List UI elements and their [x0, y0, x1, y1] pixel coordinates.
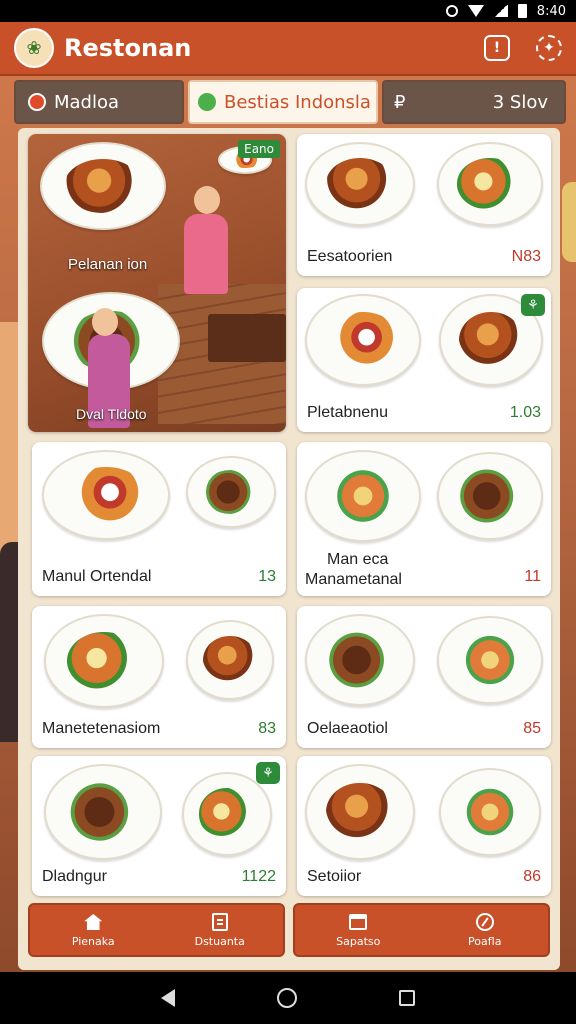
veg-badge-icon: ⚘	[521, 294, 545, 316]
tab-bestias-indonsla[interactable]: Bestias Indonsla	[188, 80, 378, 124]
menu-item-name: Dladngur	[42, 868, 107, 885]
table	[208, 314, 286, 362]
menu-card[interactable]: Oelaeaotiol 85	[297, 606, 551, 748]
menu-card[interactable]: Manetetenasiom 83	[32, 606, 286, 748]
menu-item-price: 85	[523, 720, 541, 737]
home-circle-icon[interactable]	[277, 988, 297, 1008]
clipboard-icon	[210, 912, 230, 932]
home-icon	[83, 912, 103, 932]
plate-image	[305, 614, 415, 706]
plate-image	[305, 764, 415, 860]
nav-group-right: Sapatso Poafla	[293, 903, 550, 957]
nav-label: Sapatso	[336, 935, 381, 948]
bottom-nav: Pienaka Dstuanta Sapatso Poafla	[28, 903, 550, 957]
nav-explore[interactable]: Poafla	[422, 905, 549, 955]
green-leaf-icon	[198, 93, 216, 111]
plate-image	[186, 456, 276, 528]
system-nav-bar	[0, 972, 576, 1024]
settings-icon[interactable]: ✦	[536, 35, 562, 61]
veg-badge-icon: ⚘	[256, 762, 280, 784]
menu-item-price: N83	[511, 248, 541, 265]
menu-item-price: 13	[258, 568, 276, 585]
plate-image	[305, 450, 421, 542]
tab-madloa[interactable]: Madloa	[14, 80, 184, 124]
menu-content: Eano Pelanan ion Dval Tldoto Eesatoorien…	[18, 128, 560, 970]
red-dot-icon	[28, 93, 46, 111]
plate-image	[437, 616, 543, 704]
menu-item-name: Oelaeaotiol	[307, 720, 388, 737]
menu-item-price: 1.03	[509, 404, 541, 421]
plate-image	[182, 772, 272, 856]
nav-label: Poafla	[468, 935, 502, 948]
plate-image	[305, 294, 421, 386]
nav-label: Pienaka	[71, 935, 115, 948]
menu-card[interactable]: ⚘ Pletabnenu 1.03	[297, 288, 551, 432]
signal-icon	[493, 5, 508, 17]
menu-item-price: 11	[524, 568, 541, 585]
settings-status-icon	[445, 5, 458, 17]
tab-label: Bestias Indonsla	[224, 91, 371, 113]
wifi-icon	[467, 5, 484, 17]
nav-home[interactable]: Pienaka	[30, 905, 157, 955]
menu-item-name: Eesatoorien	[307, 248, 393, 265]
plate-image	[44, 764, 162, 860]
app-title: Restonan	[64, 34, 192, 62]
back-icon[interactable]	[161, 989, 175, 1007]
nav-group-left: Pienaka Dstuanta	[28, 903, 285, 957]
plate-image	[44, 614, 164, 708]
recent-apps-icon[interactable]	[399, 990, 415, 1006]
waiter-head	[194, 186, 220, 214]
menu-card[interactable]: Manul Ortendal 13	[32, 442, 286, 596]
logo-icon[interactable]: ❀	[14, 28, 54, 68]
featured-badge: Eano	[238, 140, 280, 158]
tab-label: 3 Slov	[492, 91, 548, 113]
nav-calendar[interactable]: Sapatso	[295, 905, 422, 955]
alert-icon[interactable]: !	[484, 35, 510, 61]
menu-item-name-line1: Man eca	[327, 551, 389, 568]
status-bar: 8:40	[0, 0, 576, 22]
menu-item-name: Pletabnenu	[307, 404, 388, 421]
calendar-icon	[348, 912, 368, 932]
menu-item-price: 83	[258, 720, 276, 737]
waiter-head	[92, 308, 118, 336]
menu-item-price: 1122	[241, 868, 276, 885]
status-time: 8:40	[536, 3, 566, 19]
menu-item-name: Setoiior	[307, 868, 362, 885]
plate-image	[186, 620, 274, 700]
category-tabs: Madloa Bestias Indonsla ₽ 3 Slov	[14, 80, 566, 124]
plate-image	[437, 142, 543, 226]
tab-label: Madloa	[54, 91, 120, 113]
featured-label-top: Pelanan ion	[68, 256, 148, 273]
plate-image	[305, 142, 415, 226]
nav-orders[interactable]: Dstuanta	[157, 905, 284, 955]
menu-card[interactable]: Eesatoorien N83	[297, 134, 551, 276]
menu-item-name: Man eca Manametanal	[305, 550, 402, 590]
app-header: ❀ Restonan ! ✦	[0, 22, 576, 76]
currency-icon: ₽	[394, 91, 406, 113]
background-lamp	[562, 182, 576, 262]
menu-card[interactable]: Man eca Manametanal 11	[297, 442, 551, 596]
compass-icon	[475, 912, 495, 932]
featured-label-bottom: Dval Tldoto	[76, 406, 147, 422]
nav-label: Dstuanta	[194, 935, 245, 948]
plate-image	[437, 452, 543, 540]
battery-icon	[517, 4, 527, 18]
menu-item-name-line2: Manametanal	[305, 571, 402, 588]
menu-card[interactable]: Setoiior 86	[297, 756, 551, 896]
menu-card[interactable]: ⚘ Dladngur 1122	[32, 756, 286, 896]
featured-card[interactable]: Eano Pelanan ion Dval Tldoto	[28, 134, 286, 432]
tab-slov[interactable]: ₽ 3 Slov	[382, 80, 566, 124]
menu-item-price: 86	[523, 868, 541, 885]
plate-image	[439, 768, 541, 856]
menu-item-name: Manetetenasiom	[42, 720, 161, 737]
plate-image	[40, 142, 166, 230]
plate-image	[42, 450, 170, 540]
waiter-figure	[184, 214, 228, 294]
menu-item-name: Manul Ortendal	[42, 568, 152, 585]
